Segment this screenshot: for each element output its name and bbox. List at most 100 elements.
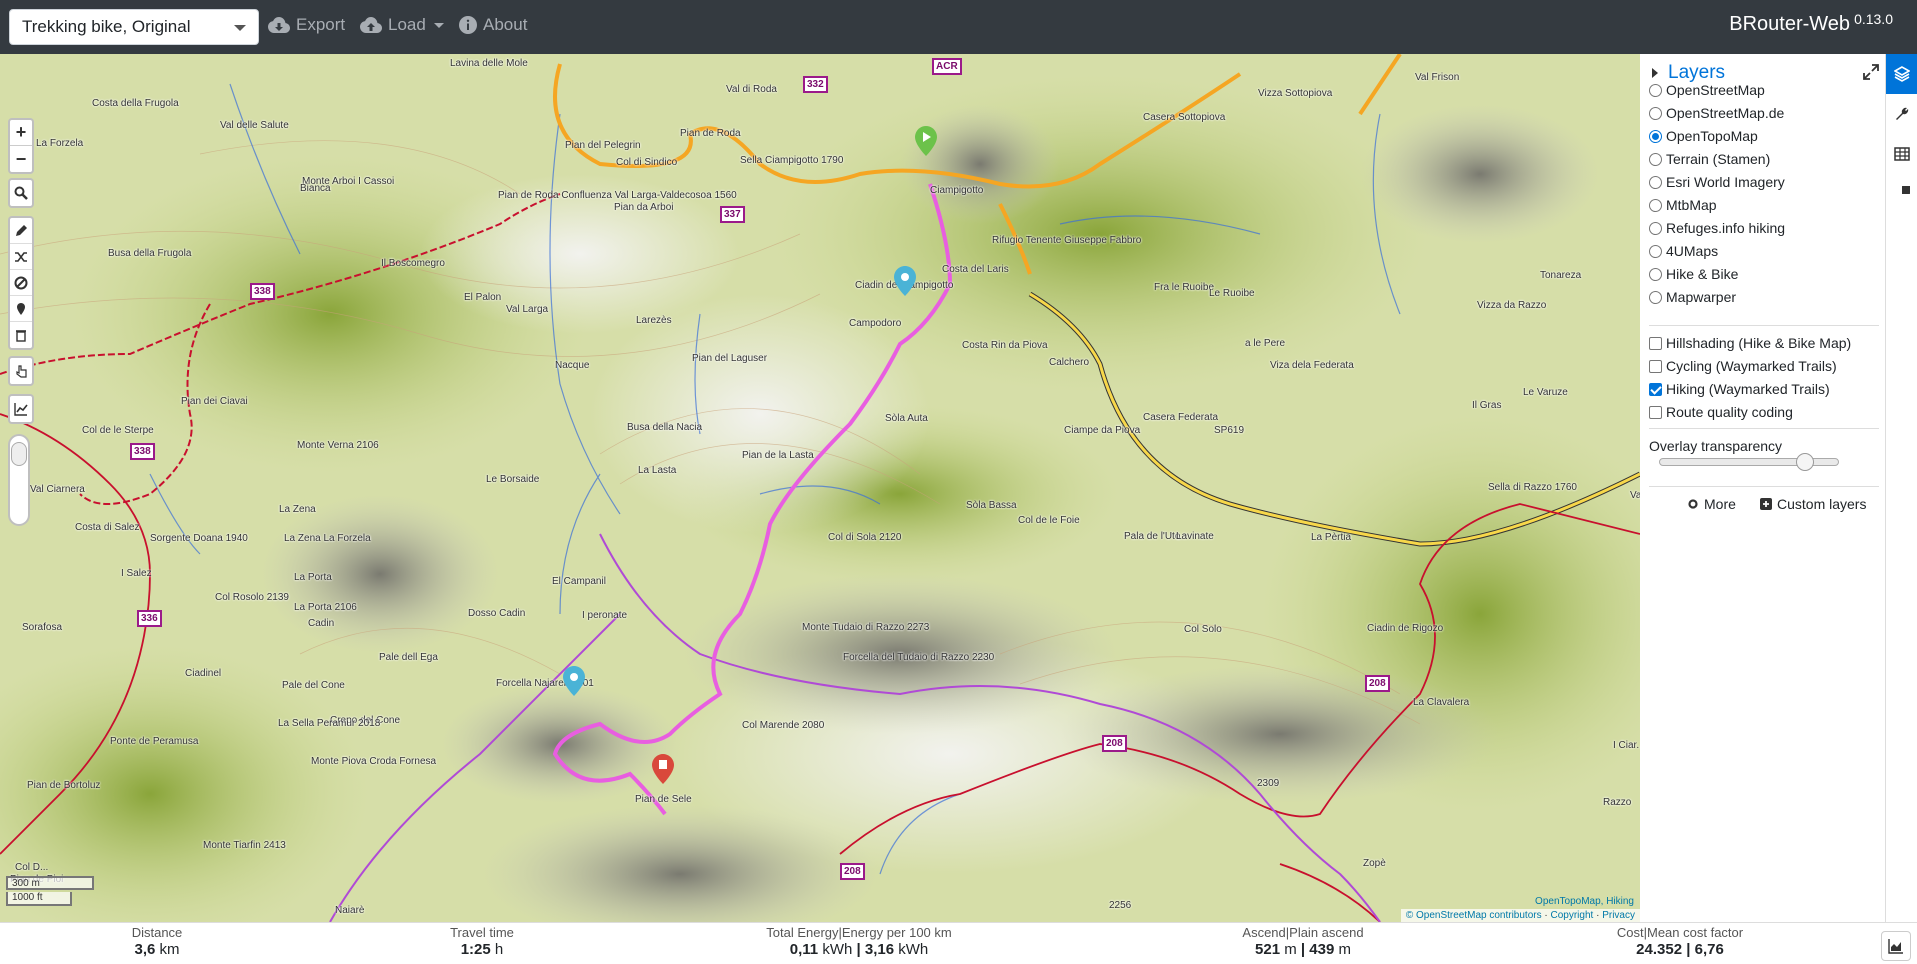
osm-attribution-link[interactable]: © OpenStreetMap contributors: [1406, 910, 1542, 921]
overlay-transparency-thumb[interactable]: [1796, 453, 1814, 471]
map-place-label: El Palon: [464, 292, 502, 303]
tab-table[interactable]: [1886, 134, 1917, 174]
map-place-label: Sòla Auta: [885, 413, 928, 424]
export-button[interactable]: Export: [268, 15, 345, 35]
radio-button[interactable]: [1649, 106, 1662, 120]
map-place-label: Col Solo: [1184, 624, 1222, 635]
caret-right-icon: [1652, 68, 1658, 78]
radio-button[interactable]: [1649, 244, 1662, 258]
map-place-label: Costa Rin da Piova: [962, 340, 1048, 351]
base-layer-option[interactable]: Terrain (Stamen): [1649, 150, 1770, 168]
radio-button[interactable]: [1649, 290, 1662, 304]
export-label: Export: [296, 15, 346, 34]
stat-value: 0,11 kWh | 3,16 kWh: [789, 941, 929, 958]
map-place-label: Col D...: [15, 862, 49, 873]
map-place-label: Monte Piova Croda Fornesa: [311, 756, 437, 767]
cursor-button[interactable]: [10, 358, 32, 384]
checkbox[interactable]: [1649, 336, 1662, 350]
checkbox[interactable]: [1649, 359, 1662, 373]
road-number-shield: 336: [137, 610, 162, 627]
elevation-chart-button[interactable]: [1881, 931, 1911, 961]
overlay-layer-option[interactable]: Hiking (Waymarked Trails): [1649, 380, 1830, 398]
road-number-shield: 338: [130, 443, 155, 460]
map-place-label: Costa del Laris: [942, 264, 1009, 275]
base-layer-option[interactable]: Refuges.info hiking: [1649, 219, 1785, 237]
radio-button[interactable]: [1649, 129, 1662, 143]
map-place-label: Monte Verna 2106: [297, 440, 379, 451]
copyright-link[interactable]: Copyright: [1551, 910, 1594, 921]
profile-select[interactable]: Trekking bike, Original: [9, 9, 259, 45]
chevron-down-icon: [234, 25, 246, 31]
base-layer-option[interactable]: 4UMaps: [1649, 242, 1718, 260]
ban-icon: [14, 276, 28, 289]
map-place-label: Pale del Cone: [282, 680, 345, 691]
tab-settings[interactable]: [1886, 94, 1917, 134]
load-dropdown[interactable]: Load: [360, 15, 444, 35]
map-place-label: Casera Sottopiova: [1143, 112, 1226, 123]
opacity-slider-handle[interactable]: [11, 442, 27, 466]
radio-button[interactable]: [1649, 175, 1662, 189]
cloud-download-icon: [268, 17, 290, 33]
radio-button[interactable]: [1649, 267, 1662, 281]
radio-button[interactable]: [1649, 198, 1662, 212]
load-label: Load: [388, 15, 426, 34]
custom-layers-button[interactable]: Custom layers: [1760, 496, 1866, 512]
radio-button[interactable]: [1649, 83, 1662, 97]
about-button[interactable]: About: [459, 15, 527, 35]
base-layer-option[interactable]: MtbMap: [1649, 196, 1717, 214]
line-chart-icon: [14, 403, 28, 416]
checkbox[interactable]: [1649, 382, 1662, 396]
expand-icon[interactable]: [1863, 64, 1879, 80]
tab-layers[interactable]: [1886, 54, 1917, 94]
base-layer-option[interactable]: OpenStreetMap.de: [1649, 104, 1784, 122]
nogo-area-button[interactable]: [10, 296, 32, 322]
map-place-label: Lavina delle Mole: [450, 58, 528, 69]
delete-route-button[interactable]: [10, 322, 32, 348]
stat-number: 6,76: [1694, 941, 1724, 958]
base-layer-option[interactable]: Esri World Imagery: [1649, 173, 1785, 191]
overlay-layer-option[interactable]: Route quality coding: [1649, 403, 1793, 421]
scale-metric: 300 m: [6, 876, 94, 890]
end-marker-icon[interactable]: [652, 754, 674, 784]
zoom-out-button[interactable]: −: [10, 146, 32, 172]
zoom-in-button[interactable]: +: [10, 120, 32, 146]
overlay-layer-option[interactable]: Hillshading (Hike & Bike Map): [1649, 334, 1851, 352]
base-layer-option[interactable]: OpenStreetMap: [1649, 81, 1765, 99]
stat-label: Total Energy|Energy per 100 km: [766, 925, 952, 940]
brand-title: BRouter-Web 0.13.0: [1729, 11, 1893, 36]
privacy-link[interactable]: Privacy: [1602, 910, 1635, 921]
map-place-label: Ciampe da Piova: [1064, 425, 1141, 436]
map-place-label: a le Pere: [1245, 338, 1286, 349]
tab-analysis[interactable]: [1886, 174, 1917, 214]
top-navbar: Trekking bike, Original Export Load Abou…: [0, 0, 1917, 54]
base-layer-label: 4UMaps: [1666, 243, 1719, 259]
map-place-label: I Ciar...: [1613, 740, 1640, 751]
base-layer-option[interactable]: Hike & Bike: [1649, 265, 1738, 283]
draw-route-button[interactable]: [10, 218, 32, 244]
layer-attribution[interactable]: OpenTopoMap, Hiking: [1535, 896, 1634, 907]
map-place-label: Col di Sola 2120: [828, 532, 902, 543]
radio-button[interactable]: [1649, 221, 1662, 235]
start-marker-icon[interactable]: [915, 126, 937, 156]
base-layer-option[interactable]: OpenTopoMap: [1649, 127, 1758, 145]
base-layer-option[interactable]: Mapwarper: [1649, 288, 1736, 306]
pencil-icon: [16, 224, 27, 236]
checkbox[interactable]: [1649, 405, 1662, 419]
cloud-upload-icon: [360, 17, 382, 33]
reverse-route-button[interactable]: [10, 244, 32, 270]
stat-unit: km: [159, 941, 180, 958]
overlay-transparency-slider[interactable]: [1659, 453, 1839, 471]
map-canvas[interactable]: Costa della Frugola Val delle Salute Lavin…: [0, 54, 1640, 922]
via-marker-icon[interactable]: [894, 266, 916, 296]
search-button[interactable]: [10, 180, 32, 206]
map-place-label: Pian de la Lasta: [742, 450, 814, 461]
via-marker-icon[interactable]: [563, 666, 585, 696]
cogs-icon: [1688, 499, 1698, 509]
base-layer-label: OpenStreetMap: [1666, 82, 1765, 98]
radio-button[interactable]: [1649, 152, 1662, 166]
opacity-slider[interactable]: [8, 434, 30, 526]
overlay-layer-option[interactable]: Cycling (Waymarked Trails): [1649, 357, 1837, 375]
more-layers-button[interactable]: More: [1687, 496, 1736, 512]
delete-last-point-button[interactable]: [10, 270, 32, 296]
elevation-toggle-button[interactable]: [10, 396, 32, 422]
